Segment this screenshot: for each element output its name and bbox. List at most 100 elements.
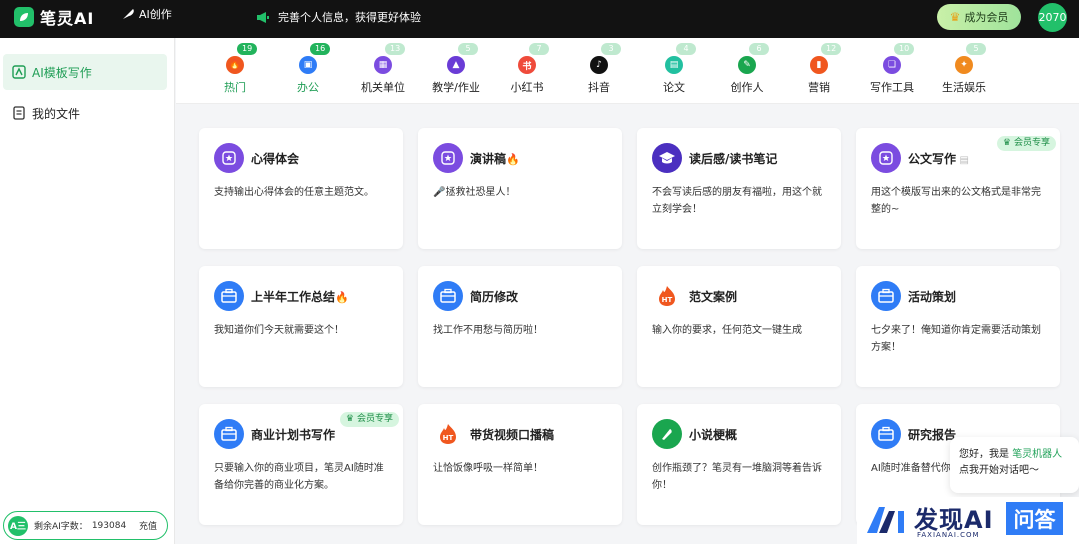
card-description: 我知道你们今天就需要这个！ [214,325,344,336]
ai-logo-icon [867,507,904,533]
paper-icon: ▤ [665,56,683,74]
tab-2[interactable]: 16 ▣ 办公 [268,38,348,104]
tab-8[interactable]: 6 ✎ 创作人 [707,38,787,104]
tab-10[interactable]: 10 ❏ 写作工具 [852,38,932,104]
lifestyle-icon: ✦ [955,56,973,74]
xiaohongshu-icon: 书 [518,56,536,74]
chat-greeting-line: 您好，我是 笔灵机器人 [959,447,1079,463]
profile-notice[interactable]: 完善个人信息，获得更好体验 [256,9,421,25]
tab-6[interactable]: 3 ♪ 抖音 [559,38,639,104]
tab-1[interactable]: 19 🔥 热门 [195,38,275,104]
become-vip-label: 成为会员 [964,11,1009,24]
card-title-text: 小说梗概 [689,428,738,442]
tab-11[interactable]: 5 ✦ 生活娱乐 [924,38,1004,104]
watermark-domain: FAXIANAI.COM [917,531,980,539]
briefcase-icon [433,281,463,311]
card-title-text: 上半年工作总结 [251,290,336,304]
card-title: 研究报告 [908,426,956,443]
template-card[interactable]: 上半年工作总结🔥 我知道你们今天就需要这个！ [199,266,403,387]
leaf-icon [14,7,34,27]
recharge-button[interactable]: 充值 [139,519,157,532]
tab-4[interactable]: 5 ▲ 教学/作业 [416,38,496,104]
template-card[interactable]: 活动策划七夕来了！俺知道你肯定需要活动策划方案！ [856,266,1060,387]
chat-prompt: 点我开始对话吧～ [959,465,1039,476]
star-badge-icon [214,143,244,173]
watermark-qa: 问答 [1006,502,1063,535]
tab-count-badge: 3 [601,43,621,55]
card-title: 公文写作 ▤ [908,150,969,167]
tab-count-badge: 5 [458,43,478,55]
card-title-text: 心得体会 [251,152,300,166]
crown-icon: ♛ [1002,138,1011,148]
card-title-text: 简历修改 [470,290,519,304]
government-icon: ▦ [374,56,392,74]
tab-count-badge: 19 [237,43,258,55]
card-title-text: 研究报告 [908,428,957,442]
card-description: 找工作不用愁与简历啦！ [433,325,543,336]
card-description: 🎤拯救社恐星人！ [433,187,516,198]
template-card[interactable]: HT 范文案例 输入你的要求，任何范文一键生成 [637,266,841,387]
profile-notice-text: 完善个人信息，获得更好体验 [278,11,421,24]
tab-count-badge: 7 [529,43,549,55]
card-title: 活动策划 [908,288,956,305]
template-card[interactable]: 读后感/读书笔记不会写读后感的朋友有福啦，用这个就立刻学会！ [637,128,841,249]
ht-fire-icon: HT [652,281,682,311]
chatbot-bubble[interactable]: 您好，我是 笔灵机器人 点我开始对话吧～ [950,437,1079,493]
tab-count-badge: 12 [821,43,842,55]
card-title-text: 带货视频口播稿 [470,428,555,442]
tab-9[interactable]: 12 ▮ 营销 [779,38,859,104]
template-card[interactable]: 商业计划书写作 只要输入你的商业项目，笔灵AI随时准备给你完善的商业化方案。 ♛ 会员… [199,404,403,525]
tab-label: 写作工具 [870,81,914,94]
card-title: 读后感/读书笔记 [689,150,777,167]
card-title: 小说梗概 [689,426,737,443]
card-description: 只要输入你的商业项目，笔灵AI随时准备给你完善的商业化方案。 [214,463,384,491]
watermark-text: 发现AI [914,506,994,534]
tab-label: 营销 [808,81,830,94]
app-logo[interactable]: 笔灵AI [14,5,94,29]
ht-fire-icon: HT [433,419,463,449]
sidebar-item-ai-template[interactable]: AI模板写作 [3,54,167,90]
template-card[interactable]: 演讲稿🔥 🎤拯救社恐星人！ [418,128,622,249]
chat-greeting: 您好，我是 [959,449,1009,460]
top-bar: 笔灵AI AI创作 完善个人信息，获得更好体验 ♛ 成为会员 2070 [0,0,1079,38]
star-badge-icon [433,143,463,173]
tab-count-badge: 5 [966,43,986,55]
briefcase-icon [871,419,901,449]
briefcase-icon: ▣ [299,56,317,74]
chat-bot-name: 笔灵机器人 [1012,449,1063,460]
tab-count-badge: 10 [894,43,915,55]
card-title: 上半年工作总结🔥 [251,288,349,305]
pen-icon: ✎ [738,56,756,74]
tab-7[interactable]: 4 ▤ 论文 [634,38,714,104]
card-description: 创作瓶颈了？笔灵有一堆脑洞等着告诉你！ [652,463,822,491]
ai-create-link[interactable]: AI创作 [122,6,172,22]
briefcase-icon [871,281,901,311]
tab-3[interactable]: 13 ▦ 机关单位 [343,38,423,104]
tab-label: 论文 [663,81,685,94]
feather-icon [123,9,134,19]
vip-only-badge: ♛ 会员专享 [996,136,1056,151]
tab-label: 抖音 [588,81,610,94]
template-card[interactable]: HT 带货视频口播稿 让恰饭像呼吸一样简单！ [418,404,622,525]
watermark-logo: 发现AI FAXIANAI.COM 问答 [857,497,1079,544]
category-tabs: 19 🔥 热门 16 ▣ 办公 13 ▦ 机关单位 5 ▲ 教学/作业 7 书小红书 3 ♪ 抖音 4 ▤ 论文 6 ✎ 创… [176,38,1079,104]
tab-5[interactable]: 7 书小红书 [487,38,567,104]
vip-only-label: 会员专享 [1013,138,1050,148]
user-avatar[interactable]: 2070 [1038,3,1067,32]
graduation-cap-icon [652,143,682,173]
template-card[interactable]: 公文写作 ▤ 用这个模版写出来的公文格式是非常完整的~ ♛ 会员专享 [856,128,1060,249]
card-title-text: 公文写作 [908,152,957,166]
card-title: 带货视频口播稿 [470,426,554,443]
template-card[interactable]: 心得体会 支持输出心得体会的任意主题范文。 [199,128,403,249]
template-card[interactable]: 小说梗概创作瓶颈了？笔灵有一堆脑洞等着告诉你！ [637,404,841,525]
fire-icon: 🔥 [506,153,520,166]
template-card[interactable]: 简历修改找工作不用愁与简历啦！ [418,266,622,387]
star-badge-icon [871,143,901,173]
card-description: 七夕来了！俺知道你肯定需要活动策划方案！ [871,325,1041,353]
sidebar-item-my-files[interactable]: 我的文件 [3,95,167,131]
fire-icon: 🔥 [226,56,244,74]
become-vip-button[interactable]: ♛ 成为会员 [937,4,1021,30]
card-description: 不会写读后感的朋友有福啦，用这个就立刻学会！ [652,187,822,215]
card-title: 心得体会 [251,150,299,167]
tab-count-badge: 4 [676,43,696,55]
